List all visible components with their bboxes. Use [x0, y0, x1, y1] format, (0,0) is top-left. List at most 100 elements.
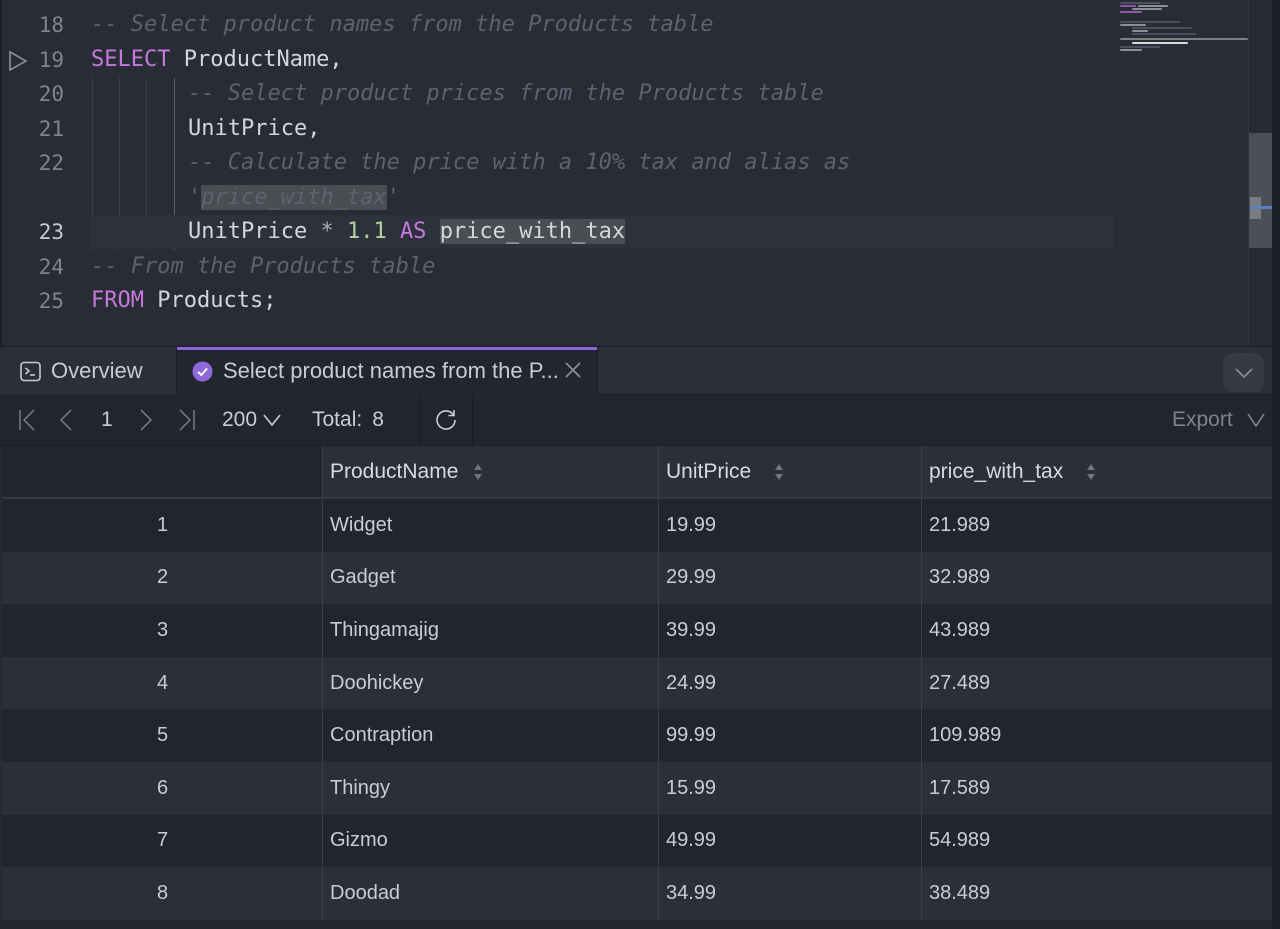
column-header-price-with-tax[interactable]: price_with_tax — [922, 446, 1097, 497]
page-size-value: 200 — [222, 408, 258, 431]
code-line[interactable]: 22 -- Calculate the price with a 10% tax … — [0, 146, 1115, 180]
grid-header: ProductName UnitPrice price_with_tax — [2, 446, 1272, 499]
sql-editor[interactable]: 18 -- Select product names from the Produ… — [0, 0, 1280, 346]
table-cell[interactable]: 39.99 — [659, 604, 716, 657]
refresh-button[interactable] — [434, 395, 458, 445]
table-cell[interactable]: 54.989 — [922, 815, 990, 868]
table-row[interactable]: 2 Gadget 29.99 32.989 — [2, 551, 1272, 605]
pagination-toolbar: 1 200 Total: 8 Export — [0, 395, 1272, 446]
table-cell[interactable]: 38.489 — [922, 867, 990, 920]
table-row[interactable]: 4 Doohickey 24.99 27.489 — [2, 656, 1272, 710]
table-row[interactable]: 6 Thingy 15.99 17.589 — [2, 761, 1272, 815]
code-line[interactable]: 'price_with_tax' — [0, 181, 1115, 215]
minimap-line — [1120, 11, 1142, 13]
table-cell[interactable]: 29.99 — [659, 552, 716, 605]
table-cell[interactable]: 24.99 — [659, 657, 716, 710]
table-row[interactable]: 8 Doodad 34.99 38.489 — [2, 867, 1272, 920]
table-cell[interactable]: 109.989 — [922, 709, 1001, 762]
prev-page-button[interactable] — [58, 395, 74, 445]
toolbar-divider — [472, 395, 473, 445]
row-number[interactable]: 2 — [2, 552, 323, 605]
code-token: * — [320, 219, 334, 244]
row-number[interactable]: 8 — [2, 867, 323, 920]
row-number[interactable]: 1 — [2, 499, 323, 552]
table-cell[interactable]: Contraption — [323, 709, 433, 762]
export-button[interactable]: Export — [1172, 395, 1265, 445]
minimap-line — [1120, 49, 1142, 51]
table-cell[interactable]: Thingamajig — [323, 604, 439, 657]
table-cell[interactable]: Widget — [323, 499, 392, 552]
minimap-line — [1120, 5, 1136, 7]
active-tab-indicator — [177, 347, 597, 350]
minimap-line — [1120, 21, 1180, 23]
table-cell[interactable]: 99.99 — [659, 709, 716, 762]
row-number-header — [2, 446, 323, 497]
code-line[interactable]: 25 FROM Products; — [0, 284, 1115, 318]
code-text: FROM Products; — [91, 284, 276, 318]
code-text: -- Select product prices from the Produc… — [188, 77, 824, 111]
table-cell[interactable]: 32.989 — [922, 552, 990, 605]
code-token: 1.1 — [333, 219, 400, 244]
row-number[interactable]: 4 — [2, 657, 323, 710]
table-cell[interactable]: Doohickey — [323, 657, 423, 710]
column-divider — [322, 446, 323, 920]
table-cell[interactable]: Thingy — [323, 762, 390, 815]
column-header-productname[interactable]: ProductName — [323, 446, 484, 497]
row-number[interactable]: 6 — [2, 762, 323, 815]
code-token: -- Select product prices from the Produc… — [188, 81, 824, 106]
row-number[interactable]: 7 — [2, 815, 323, 868]
tab-query-result[interactable]: Select product names from the P... — [177, 347, 598, 395]
minimap[interactable] — [1118, 0, 1248, 60]
next-page-button[interactable] — [138, 395, 154, 445]
current-page[interactable]: 1 — [101, 395, 113, 445]
refresh-icon — [436, 410, 456, 430]
grid-footer — [0, 920, 1272, 929]
code-line[interactable]: 19 SELECT ProductName, — [0, 43, 1115, 77]
table-cell[interactable]: Doodad — [323, 867, 400, 920]
table-cell[interactable]: 49.99 — [659, 815, 716, 868]
code-token: price_with_tax — [439, 219, 626, 244]
close-icon[interactable] — [563, 360, 583, 380]
table-row[interactable]: 3 Thingamajig 39.99 43.989 — [2, 604, 1272, 657]
total-label: Total: — [312, 408, 363, 431]
page-size-select[interactable]: 200 — [222, 395, 281, 445]
total-count: Total: 8 — [312, 395, 384, 445]
table-cell[interactable]: 17.589 — [922, 762, 990, 815]
table-cell[interactable]: 43.989 — [922, 604, 990, 657]
column-divider — [921, 446, 922, 920]
table-cell[interactable]: 34.99 — [659, 867, 716, 920]
code-line[interactable]: 18 -- Select product names from the Produ… — [0, 8, 1115, 42]
column-header-label: ProductName — [330, 459, 459, 483]
tab-overview[interactable]: Overview — [0, 347, 177, 395]
column-header-unitprice[interactable]: UnitPrice — [659, 446, 785, 497]
table-row[interactable]: 5 Contraption 99.99 109.989 — [2, 709, 1272, 762]
table-row[interactable]: 1 Widget 19.99 21.989 — [2, 499, 1272, 552]
code-line[interactable]: 20 -- Select product prices from the Prod… — [0, 77, 1115, 111]
line-number: 21 — [38, 117, 64, 141]
table-row[interactable]: 7 Gizmo 49.99 54.989 — [2, 814, 1272, 868]
table-cell[interactable]: Gadget — [323, 552, 396, 605]
row-number[interactable]: 3 — [2, 604, 323, 657]
sort-icon[interactable] — [1085, 462, 1097, 482]
column-divider — [658, 446, 659, 920]
minimap-line — [1132, 8, 1162, 10]
collapse-panel-button[interactable] — [1223, 353, 1264, 392]
code-line[interactable]: 24 -- From the Products table — [0, 250, 1115, 284]
code-line[interactable]: 23 UnitPrice * 1.1 AS price_with_tax — [0, 215, 1115, 249]
table-cell[interactable]: 15.99 — [659, 762, 716, 815]
sort-icon[interactable] — [472, 462, 484, 482]
line-number: 20 — [38, 82, 64, 106]
table-cell[interactable]: Gizmo — [323, 815, 388, 868]
column-header-label: UnitPrice — [666, 459, 752, 483]
sort-icon[interactable] — [773, 462, 785, 482]
table-cell[interactable]: 21.989 — [922, 499, 990, 552]
table-cell[interactable]: 19.99 — [659, 499, 716, 552]
table-cell[interactable]: 27.489 — [922, 657, 990, 710]
row-number[interactable]: 5 — [2, 709, 323, 762]
first-page-button[interactable] — [18, 395, 38, 445]
last-page-button[interactable] — [176, 395, 196, 445]
code-line[interactable]: 21 UnitPrice, — [0, 112, 1115, 146]
run-statement-icon[interactable] — [7, 50, 29, 72]
editor-scrollbar-thumb[interactable] — [1249, 133, 1272, 248]
